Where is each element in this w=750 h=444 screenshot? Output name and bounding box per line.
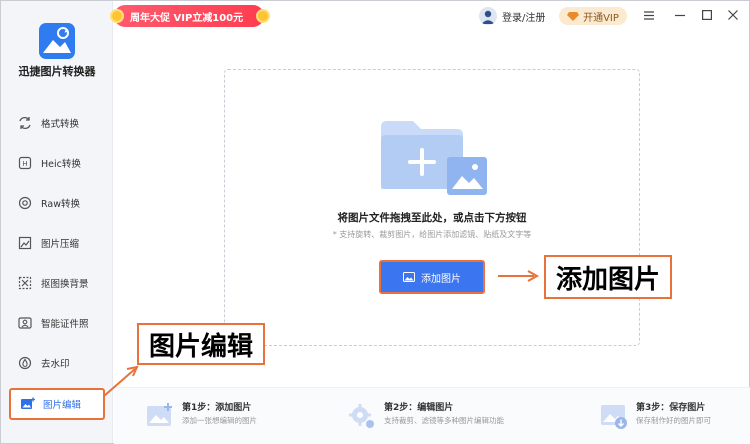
sidebar-item-label: Raw转换 <box>41 199 80 210</box>
step-1: 第1步：添加图片 添加一张想编辑的图片 <box>146 402 257 434</box>
add-image-button[interactable]: 添加图片 <box>379 260 485 294</box>
coin-icon <box>256 9 270 23</box>
sidebar-item-cutout[interactable]: 抠图换背景 <box>9 268 105 298</box>
promo-text: 周年大促 VIP立减100元 <box>130 12 244 24</box>
promo-banner[interactable]: 周年大促 VIP立减100元 <box>110 5 270 27</box>
add-folder-icon <box>381 121 487 195</box>
svg-text:H: H <box>22 160 27 168</box>
menu-icon[interactable] <box>641 7 657 23</box>
add-image-label: 添加图片 <box>421 273 461 285</box>
sidebar-item-label: 图片编辑 <box>43 400 82 411</box>
sidebar-item-label: 格式转换 <box>41 119 80 130</box>
sidebar-item-format-convert[interactable]: 格式转换 <box>9 108 105 138</box>
step-2: 第2步：编辑图片 支持裁剪、滤镜等多种图片编辑功能 <box>348 402 504 434</box>
image-icon <box>403 272 415 282</box>
coin-icon <box>110 9 124 23</box>
sidebar-item-label: Heic转换 <box>41 159 81 170</box>
step-title: 第1步：添加图片 <box>182 403 252 413</box>
cutout-icon <box>17 275 33 291</box>
login-label: 登录/注册 <box>502 12 546 24</box>
gear-icon <box>349 404 374 428</box>
drop-hint: * 支持旋转、裁剪图片，给图片添加滤镜、贴纸及文字等 <box>332 230 532 239</box>
maximize-icon[interactable] <box>699 7 715 23</box>
watermark-icon <box>17 355 33 371</box>
raw-icon <box>17 195 33 211</box>
login-button[interactable]: 登录/注册 <box>479 6 545 26</box>
format-convert-icon <box>17 115 33 131</box>
diamond-icon <box>567 11 580 21</box>
vip-button[interactable]: 开通VIP <box>559 7 627 25</box>
minimize-icon[interactable] <box>672 7 688 23</box>
step-title: 第2步：编辑图片 <box>384 403 454 413</box>
sidebar-item-id-photo[interactable]: 智能证件照 <box>9 308 105 338</box>
sidebar-item-raw[interactable]: Raw转换 <box>9 188 105 218</box>
step-desc: 添加一张想编辑的图片 <box>182 416 257 425</box>
drop-title: 将图片文件拖拽至此处，或点击下方按钮 <box>337 212 527 224</box>
vip-label: 开通VIP <box>583 12 619 24</box>
sidebar-item-compress[interactable]: 图片压缩 <box>9 228 105 258</box>
drop-zone[interactable] <box>224 69 640 346</box>
save-image-step-icon <box>601 405 627 429</box>
compress-icon <box>17 235 33 251</box>
sidebar-item-label: 智能证件照 <box>41 319 89 330</box>
id-photo-icon <box>17 315 33 331</box>
app-logo-icon <box>39 23 75 59</box>
app-name: 迅捷图片转换器 <box>18 65 96 78</box>
add-image-step-icon <box>147 403 172 426</box>
step-desc: 支持裁剪、滤镜等多种图片编辑功能 <box>384 416 504 425</box>
sidebar-item-heic[interactable]: H Heic转换 <box>9 148 105 178</box>
step-3: 第3步：保存图片 保存制作好的图片即可 <box>600 402 711 434</box>
sidebar-item-label: 图片压缩 <box>41 239 80 250</box>
app-window: 迅捷图片转换器 格式转换 H Heic转换 Raw转换 图片压缩 抠图换背景 智… <box>0 0 750 444</box>
sidebar: 迅捷图片转换器 格式转换 H Heic转换 Raw转换 图片压缩 抠图换背景 智… <box>1 1 113 443</box>
sidebar-item-label: 抠图换背景 <box>41 279 89 290</box>
sidebar-item-watermark[interactable]: 去水印 <box>9 348 105 378</box>
heic-icon: H <box>17 155 33 171</box>
avatar-icon <box>479 7 497 25</box>
close-icon[interactable] <box>725 7 741 23</box>
annotation-image-edit: 图片编辑 <box>137 323 265 365</box>
image-edit-icon <box>19 396 35 412</box>
sidebar-item-image-edit[interactable]: 图片编辑 <box>9 388 105 420</box>
annotation-add-image: 添加图片 <box>544 255 672 299</box>
step-desc: 保存制作好的图片即可 <box>636 416 711 425</box>
sidebar-item-label: 去水印 <box>41 359 70 370</box>
step-title: 第3步：保存图片 <box>636 403 706 413</box>
steps-bar: 第1步：添加图片 添加一张想编辑的图片 第2步：编辑图片 支持裁剪、滤镜等多种图… <box>114 387 750 444</box>
